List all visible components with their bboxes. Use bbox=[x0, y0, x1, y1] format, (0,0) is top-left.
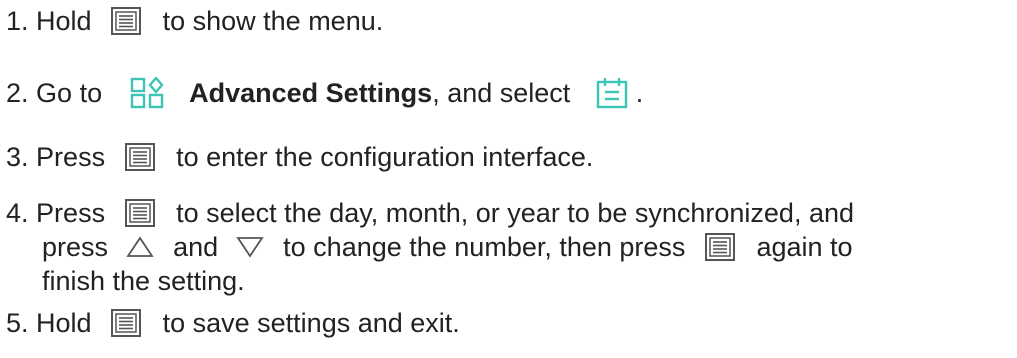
menu-button-icon bbox=[124, 198, 155, 227]
step-5-line: 5. Hold to save settings and exit. bbox=[6, 306, 460, 340]
advanced-settings-icon bbox=[130, 76, 164, 109]
step-3: 3. Press to enter the configuration inte… bbox=[6, 140, 593, 174]
menu-button-icon bbox=[111, 6, 142, 35]
step-text: , and select bbox=[432, 78, 571, 108]
step-text: Hold bbox=[36, 308, 92, 338]
step-2: 2. Go to Advanced Settings, and select . bbox=[6, 76, 643, 110]
step-4-line-2: press and to change the number, then pre… bbox=[6, 230, 854, 264]
step-4: 4. Press to select the day, month, or ye… bbox=[6, 196, 854, 298]
step-text: and bbox=[173, 232, 219, 262]
advanced-settings-label: Advanced Settings bbox=[189, 78, 433, 108]
step-1: 1. Hold to show the menu. bbox=[6, 4, 383, 38]
step-text: finish the setting. bbox=[42, 266, 245, 296]
step-text: press bbox=[42, 232, 109, 262]
step-4-line-3: finish the setting. bbox=[6, 264, 854, 298]
step-1-line: 1. Hold to show the menu. bbox=[6, 4, 383, 38]
menu-button-icon bbox=[111, 308, 142, 337]
step-text: . bbox=[635, 78, 644, 108]
step-number: 4. bbox=[6, 198, 29, 228]
step-text: to show the menu. bbox=[162, 6, 384, 36]
step-text: to enter the configuration interface. bbox=[176, 142, 594, 172]
down-triangle-icon bbox=[235, 235, 264, 259]
up-triangle-icon bbox=[125, 235, 154, 259]
step-text: to change the number, then press bbox=[283, 232, 686, 262]
step-text: Go to bbox=[36, 78, 103, 108]
step-4-line-1: 4. Press to select the day, month, or ye… bbox=[6, 196, 854, 230]
step-text: to select the day, month, or year to be … bbox=[176, 198, 854, 228]
step-text: again to bbox=[756, 232, 853, 262]
step-number: 3. bbox=[6, 142, 29, 172]
menu-button-icon bbox=[124, 142, 155, 171]
step-2-line: 2. Go to Advanced Settings, and select . bbox=[6, 76, 643, 110]
step-5: 5. Hold to save settings and exit. bbox=[6, 306, 460, 340]
step-text: Hold bbox=[36, 6, 92, 36]
step-text: Press bbox=[36, 142, 106, 172]
step-text: to save settings and exit. bbox=[162, 308, 460, 338]
date-settings-icon bbox=[596, 77, 628, 109]
step-number: 2. bbox=[6, 78, 29, 108]
menu-button-icon bbox=[704, 232, 735, 261]
step-3-line: 3. Press to enter the configuration inte… bbox=[6, 140, 593, 174]
step-number: 1. bbox=[6, 6, 29, 36]
step-text: Press bbox=[36, 198, 106, 228]
step-number: 5. bbox=[6, 308, 29, 338]
